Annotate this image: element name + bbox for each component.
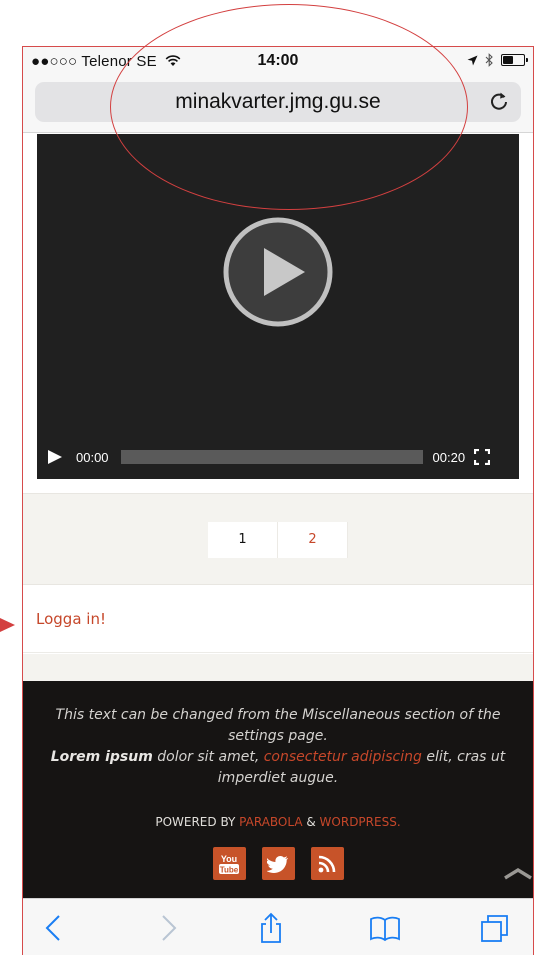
video-progress-bar[interactable]	[120, 450, 423, 464]
pagination: 1 2	[208, 522, 348, 558]
parabola-link[interactable]: PARABOLA	[239, 815, 302, 829]
battery-icon	[501, 54, 528, 66]
forward-icon[interactable]	[151, 912, 183, 944]
play-overlay-icon[interactable]	[223, 217, 333, 327]
battery-level	[503, 56, 513, 64]
bookmarks-icon[interactable]	[369, 912, 401, 944]
bluetooth-icon	[485, 53, 493, 67]
login-section: Logga in!	[23, 585, 533, 653]
page-1: 1	[208, 522, 278, 558]
powered-prefix: POWERED BY	[155, 815, 240, 829]
svg-text:You: You	[221, 854, 237, 864]
svg-text:Tube: Tube	[220, 865, 239, 874]
divider	[23, 654, 533, 681]
wordpress-link[interactable]: WORDPRESS.	[320, 815, 401, 829]
phone-screenshot: ●●○○○ Telenor SE 14:00 minakvarter.jmg.g…	[22, 46, 534, 955]
twitter-icon	[267, 855, 288, 873]
video-controls: 00:00 00:20	[37, 435, 519, 479]
rss-icon	[318, 855, 336, 872]
footer-note: This text can be changed from the Miscel…	[55, 707, 501, 744]
fullscreen-icon[interactable]	[474, 449, 491, 465]
lorem-bold: Lorem ipsum	[50, 749, 153, 765]
back-icon[interactable]	[39, 912, 71, 944]
site-footer: This text can be changed from the Miscel…	[23, 681, 533, 898]
browser-toolbar	[23, 898, 533, 955]
twitter-button[interactable]	[261, 847, 295, 880]
youtube-button[interactable]: You Tube	[212, 847, 246, 880]
login-link[interactable]: Logga in!	[36, 610, 106, 628]
address-field[interactable]: minakvarter.jmg.gu.se	[35, 82, 521, 122]
video-player[interactable]: 00:00 00:20	[37, 134, 519, 479]
duration: 00:20	[432, 449, 466, 465]
pagination-area: 1 2	[23, 493, 533, 585]
social-links: You Tube	[23, 847, 533, 880]
footer-text: This text can be changed from the Miscel…	[31, 705, 525, 789]
lorem-link[interactable]: consectetur adipiscing	[264, 749, 422, 765]
powered-amp: &	[302, 815, 320, 829]
tabs-icon[interactable]	[479, 912, 511, 944]
clock: 14:00	[257, 52, 299, 69]
annotation-arrow-icon	[0, 618, 15, 632]
powered-by: POWERED BY PARABOLA & WORDPRESS.	[23, 815, 533, 829]
play-icon[interactable]	[47, 449, 63, 465]
location-arrow-icon	[467, 55, 478, 65]
page-2-link[interactable]: 2	[278, 522, 348, 558]
url-text: minakvarter.jmg.gu.se	[175, 90, 381, 113]
rss-button[interactable]	[310, 847, 344, 880]
reload-icon[interactable]	[487, 89, 511, 113]
share-icon[interactable]	[255, 912, 287, 944]
status-bar: ●●○○○ Telenor SE 14:00	[23, 47, 533, 77]
scroll-to-top-icon[interactable]	[503, 864, 533, 884]
browser-url-bar: minakvarter.jmg.gu.se	[23, 77, 533, 133]
status-indicators	[467, 53, 528, 67]
current-time: 00:00	[76, 449, 109, 465]
youtube-icon: You Tube	[219, 854, 239, 874]
lorem-text: dolor sit amet,	[152, 749, 264, 765]
